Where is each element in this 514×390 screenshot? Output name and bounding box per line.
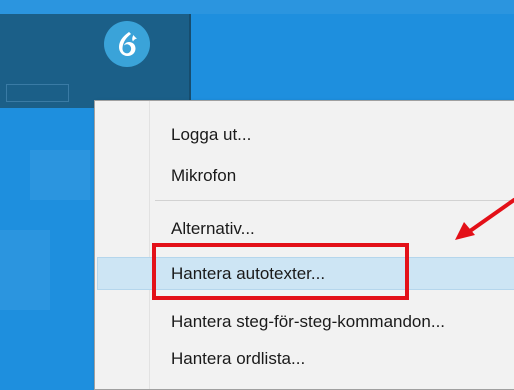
menu-item-logout[interactable]: Logga ut... [97, 119, 514, 151]
taskbar-slot [6, 84, 69, 102]
dragon-logo-icon[interactable] [104, 21, 150, 67]
menu-item-label: Mikrofon [171, 166, 237, 185]
menu-item-options[interactable]: Alternativ... [97, 213, 514, 245]
taskbar [0, 14, 191, 108]
dragon-flame-icon [119, 32, 137, 56]
menu-separator [155, 200, 514, 201]
menu-item-manage-autotexts[interactable]: Hantera autotexter... [97, 257, 514, 290]
menu-item-label: Logga ut... [171, 125, 252, 144]
menu-item-label: Alternativ... [171, 219, 255, 238]
menu-item-label: Hantera steg-för-steg-kommandon... [171, 312, 446, 331]
menu-item-label: Hantera autotexter... [171, 263, 326, 283]
menu-item-microphone[interactable]: Mikrofon [97, 160, 514, 192]
context-menu: Logga ut... Mikrofon Alternativ... Hante… [94, 100, 514, 390]
menu-item-manage-vocabulary[interactable]: Hantera ordlista... [97, 343, 514, 375]
menu-item-label: Hantera ordlista... [171, 349, 306, 368]
menu-item-manage-step-commands[interactable]: Hantera steg-för-steg-kommandon... [97, 306, 514, 338]
